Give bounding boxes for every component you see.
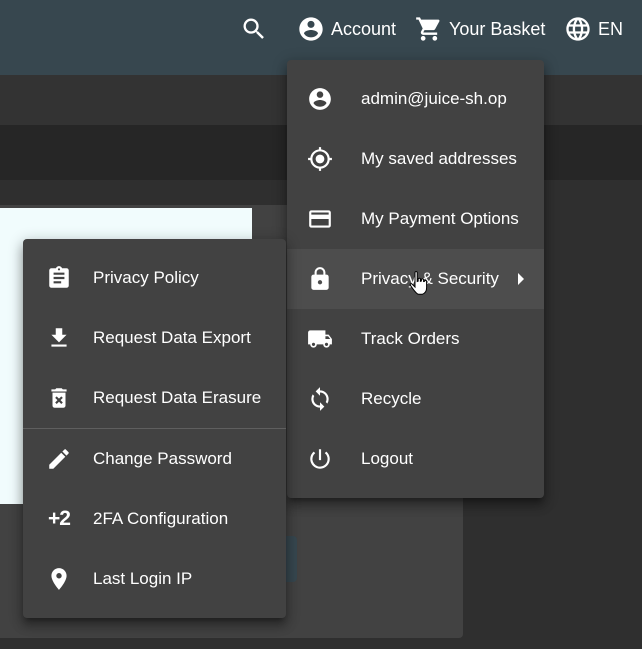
menu-item-recycle[interactable]: Recycle [287,369,544,429]
shopping-cart-icon [416,17,440,41]
menu-item-label: 2FA Configuration [93,509,229,528]
account-circle-icon [299,17,323,41]
lock-icon [307,266,333,292]
menu-item-label: Change Password [93,449,232,468]
menu-item-2fa-configuration[interactable]: +2 2FA Configuration [23,489,286,549]
menu-item-user-email[interactable]: admin@juice-sh.op [287,69,544,129]
account-label: Account [331,18,397,39]
recycle-icon [307,386,333,412]
menu-item-label: Last Login IP [93,569,193,588]
account-button[interactable]: Account [297,14,396,44]
menu-item-logout[interactable]: Logout [287,429,544,489]
delete-forever-icon [46,385,72,411]
power-icon [307,446,333,472]
menu-item-label: Recycle [361,389,422,408]
menu-item-label: Track Orders [361,329,460,348]
hand-pointer-icon [409,271,428,295]
pencil-icon [46,446,72,472]
location-target-icon [307,146,333,172]
menu-item-label: Logout [361,449,413,468]
menu-item-label: Privacy Policy [93,268,199,287]
plus-two-icon: +2 [48,507,71,530]
menu-item-request-data-erasure[interactable]: Request Data Erasure [23,368,286,428]
menu-item-request-data-export[interactable]: Request Data Export [23,308,286,368]
search-button[interactable] [240,14,268,44]
search-icon [243,18,264,39]
map-pin-icon [46,566,72,592]
menu-item-track-orders[interactable]: Track Orders [287,309,544,369]
menu-item-label: My saved addresses [361,149,517,168]
privacy-security-submenu: Privacy Policy Request Data Export Reque… [23,239,286,618]
globe-icon [566,17,590,41]
menu-item-payment-options[interactable]: My Payment Options [287,189,544,249]
language-label: EN [598,18,624,39]
menu-item-label: Request Data Erasure [93,388,262,407]
menu-item-last-login-ip[interactable]: Last Login IP [23,549,286,609]
menu-item-label: admin@juice-sh.op [361,89,507,108]
menu-item-saved-addresses[interactable]: My saved addresses [287,129,544,189]
credit-card-icon [307,206,333,232]
truck-icon [307,326,333,352]
menu-item-privacy-policy[interactable]: Privacy Policy [23,248,286,308]
download-icon [46,325,72,351]
basket-button[interactable]: Your Basket [415,14,545,44]
menu-item-change-password[interactable]: Change Password [23,429,286,489]
clipboard-icon [46,265,72,291]
account-circle-icon [307,86,333,112]
menu-item-label: Request Data Export [93,328,251,347]
basket-label: Your Basket [449,18,546,39]
language-button[interactable]: EN [564,14,623,44]
submenu-arrow-icon [518,273,524,285]
menu-item-label: My Payment Options [361,209,519,228]
